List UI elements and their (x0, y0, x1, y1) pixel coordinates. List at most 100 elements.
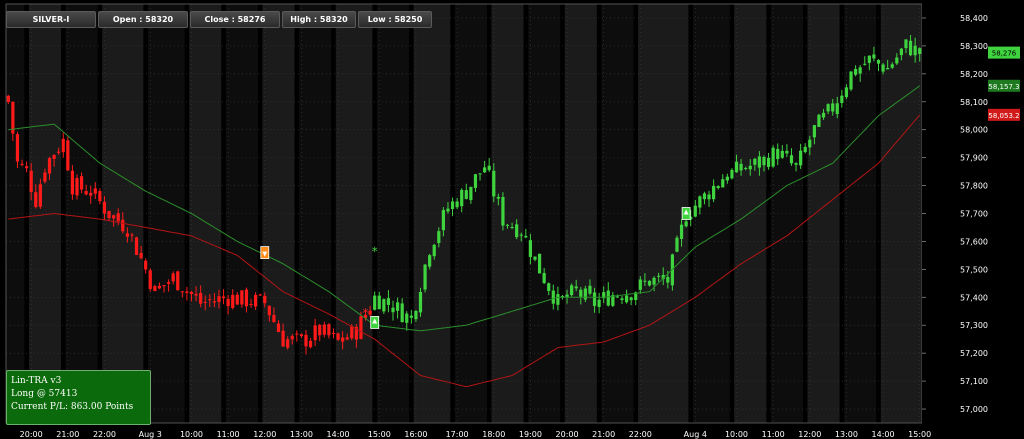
open-label: Open : 58320 (98, 11, 188, 28)
candle-body (171, 273, 175, 282)
candle-body (899, 48, 903, 56)
candle-body (725, 176, 729, 181)
candle-body (524, 235, 528, 238)
buy-signal-arrow (370, 316, 380, 329)
candle-body (52, 154, 56, 159)
y-tick-label: 58,200 (960, 70, 988, 79)
candle-body (112, 215, 116, 219)
x-tick-label: 13:00 (290, 430, 313, 439)
candle-body (826, 104, 830, 112)
candle-body (817, 114, 821, 127)
candle-body (876, 59, 881, 64)
candle-body (766, 157, 771, 167)
candle-body (153, 286, 157, 292)
candle-body (821, 112, 826, 118)
signal-star: * (372, 244, 378, 258)
candle-body (441, 210, 445, 231)
candle-body (139, 253, 143, 259)
x-tick-label: 22:00 (629, 430, 652, 439)
candle-body (757, 156, 762, 168)
candle-body (867, 55, 871, 63)
y-tick-label: 58,100 (960, 98, 988, 107)
candle-body (125, 233, 129, 237)
candle-body (304, 334, 308, 347)
candle-body (615, 296, 620, 298)
candle-body (890, 64, 894, 68)
candle-body (382, 299, 386, 312)
candle-body (61, 138, 65, 153)
x-tick-label: 18:00 (482, 430, 505, 439)
candle-body (780, 150, 784, 158)
x-tick-label: 21:00 (592, 430, 615, 439)
candle-body (107, 210, 111, 219)
candle-body (432, 244, 436, 257)
candle-body (290, 336, 294, 340)
candle-body (831, 103, 835, 112)
candle-body (267, 305, 271, 316)
candle-body (199, 292, 203, 304)
candle-body (400, 303, 404, 323)
candle-body (812, 125, 816, 138)
candle-body (739, 163, 743, 171)
candle-body (194, 293, 198, 296)
candle-body (908, 40, 913, 56)
candle-body (835, 103, 839, 114)
candle-body (166, 282, 171, 284)
candle-body (189, 291, 194, 294)
candle-body (638, 279, 642, 290)
candle-body (75, 178, 79, 196)
candle-body (185, 291, 189, 293)
session-band (6, 4, 25, 423)
x-tick-label: 11:00 (762, 430, 785, 439)
candle-body (405, 313, 409, 323)
high-label: High : 58320 (282, 11, 356, 28)
y-tick-label: 58,300 (960, 42, 988, 51)
candle-body (588, 285, 592, 294)
candle-body (43, 172, 47, 182)
candle-body (212, 301, 216, 303)
candle-body (134, 237, 139, 255)
candle-body (258, 294, 262, 296)
x-tick-label: 15:00 (908, 430, 931, 439)
candle-body (597, 299, 601, 308)
x-tick-label: 17:00 (446, 430, 469, 439)
candle-body (308, 340, 313, 348)
candle-body (730, 169, 734, 179)
candle-body (341, 337, 345, 342)
candle-body (414, 311, 418, 320)
candle-body (102, 201, 107, 214)
candle-body (492, 170, 496, 197)
upper-band-tag: 58,157.3 (988, 79, 1020, 92)
x-tick-label: 12:00 (253, 430, 276, 439)
candle-body (858, 67, 862, 74)
candle-body (450, 201, 455, 209)
candle-body (762, 156, 766, 166)
low-label: Low : 58250 (358, 11, 432, 28)
candle-body (15, 134, 20, 162)
candle-body (327, 324, 331, 336)
candle-body (217, 296, 221, 302)
sell-signal-arrow (260, 246, 270, 260)
candle-body (409, 315, 413, 318)
x-tick-label: 10:00 (180, 430, 203, 439)
candle-body (487, 165, 491, 171)
price-tag-text: 58,276 (992, 50, 1017, 58)
x-tick-label: 19:00 (519, 430, 542, 439)
candle-body (849, 71, 853, 90)
candle-body (377, 295, 381, 310)
y-tick-label: 57,900 (960, 154, 988, 163)
candle-body (116, 213, 120, 222)
session-band (376, 4, 410, 423)
lower-band-tag: 58,053.2 (988, 108, 1020, 121)
candle-body (331, 332, 336, 334)
x-tick-label: 13:00 (835, 430, 858, 439)
candle-body (510, 227, 514, 229)
candle-body (368, 310, 372, 315)
candle-body (281, 330, 285, 347)
candle-body (148, 270, 152, 290)
candle-body (208, 299, 212, 301)
candle-body (89, 192, 93, 196)
candle-body (29, 170, 33, 192)
candle-body (886, 67, 890, 70)
candle-body (712, 185, 716, 200)
